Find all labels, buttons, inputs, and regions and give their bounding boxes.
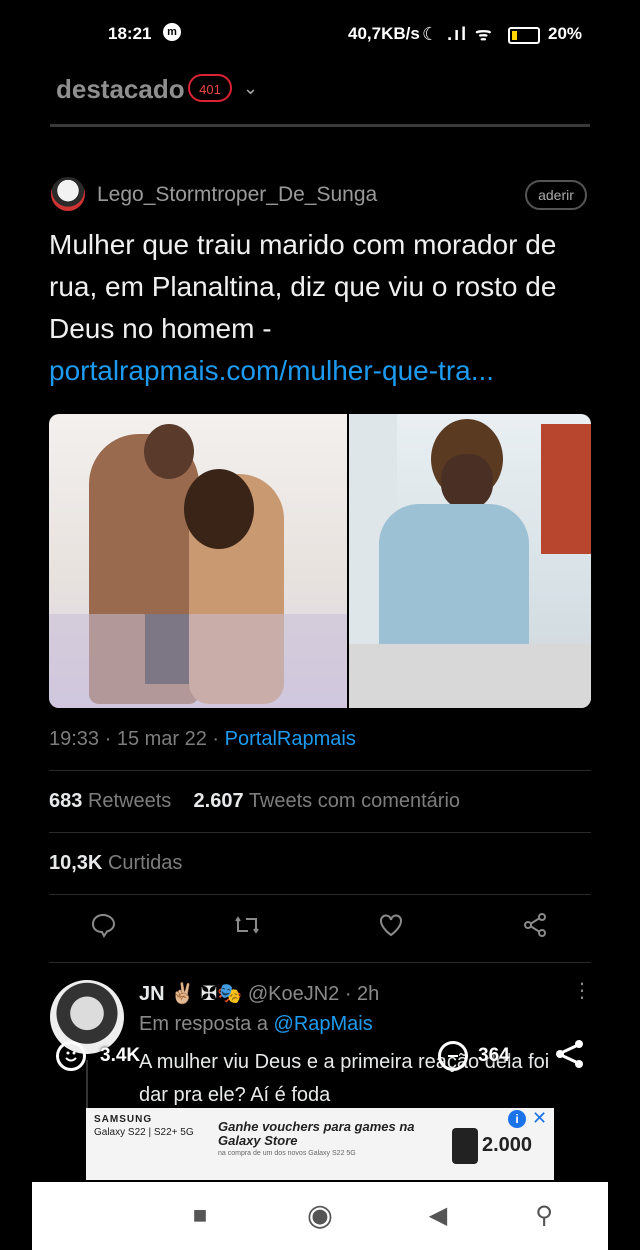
recents-button[interactable]: ■ — [180, 1202, 220, 1230]
face-shape — [441, 454, 493, 509]
comment-bubble-icon[interactable] — [438, 1041, 468, 1071]
retweet-icon[interactable] — [227, 910, 267, 950]
cabinet-shape — [541, 424, 591, 554]
status-bar: 18:21 m 40,7KB/s ☾ .ıl ᯤ 20% — [0, 18, 640, 50]
chevron-down-icon[interactable]: ⌄ — [243, 78, 258, 99]
retweet-quote-stats: 683 Retweets 2.607 Tweets com comentário — [49, 790, 460, 813]
post-timestamp: 19:33 · 15 mar 22 · PortalRapmais — [49, 728, 356, 751]
ad-banner[interactable]: SAMSUNG Galaxy S22 | S22+ 5G Ganhe vouch… — [86, 1108, 554, 1180]
divider — [49, 832, 591, 833]
author-avatar[interactable] — [51, 177, 85, 211]
post-media[interactable] — [49, 414, 591, 708]
retweets-label[interactable]: Retweets — [88, 790, 171, 812]
smiley-icon[interactable] — [56, 1041, 86, 1071]
media-photo-right — [349, 414, 591, 708]
post-time: 19:33 · 15 mar 22 · — [49, 728, 225, 750]
network-speed: 40,7KB/s — [348, 24, 420, 43]
home-button[interactable]: ◉ — [300, 1201, 340, 1231]
reply-header: JN ✌🏼 ✠🎭 @KoeJN2 · 2h — [139, 981, 379, 1006]
quotes-count[interactable]: 2.607 — [194, 790, 244, 812]
overlay-share-icon[interactable] — [552, 1036, 588, 1077]
app-notification-icon: m — [163, 23, 181, 41]
post-actions — [49, 910, 591, 950]
notification-badge: 401 — [188, 74, 232, 102]
reply-author-name[interactable]: JN ✌🏼 ✠🎭 — [139, 983, 242, 1005]
ad-brand: SAMSUNG — [94, 1114, 153, 1125]
bedsheet-shape — [49, 614, 347, 708]
quotes-label[interactable]: Tweets com comentário — [249, 790, 460, 812]
section-title[interactable]: destacado — [56, 74, 185, 105]
phone-image — [452, 1128, 478, 1164]
ad-fine-print: na compra de um dos novos Galaxy S22 5G — [218, 1150, 356, 1157]
ad-model: Galaxy S22 | S22+ 5G — [94, 1127, 194, 1138]
likes-label[interactable]: Curtidas — [108, 852, 182, 874]
reply-to-handle[interactable]: @RapMais — [274, 1013, 373, 1035]
back-button[interactable]: ◀ — [418, 1202, 458, 1230]
ad-close-icon[interactable]: ✕ — [532, 1108, 547, 1129]
ad-headline: Ganhe vouchers para games na Galaxy Stor… — [218, 1119, 415, 1148]
more-options-icon[interactable]: ⋮ — [572, 978, 592, 1003]
header-divider — [50, 124, 590, 127]
system-nav-bar: ■ ◉ ◀ ⚲ — [32, 1182, 608, 1250]
status-time: 18:21 — [108, 24, 152, 43]
hair-shape — [184, 469, 254, 549]
author-name[interactable]: Lego_Stormtroper_De_Sunga — [97, 183, 377, 207]
divider — [49, 894, 591, 895]
retweets-count[interactable]: 683 — [49, 790, 82, 812]
post-text: Mulher que traiu marido com morador de r… — [49, 229, 557, 344]
reply-avatar[interactable] — [50, 980, 124, 1054]
reply-handle[interactable]: @KoeJN2 · 2h — [248, 983, 379, 1005]
share-icon[interactable] — [515, 910, 555, 950]
post-body: Mulher que traiu marido com morador de r… — [49, 224, 609, 392]
overlay-comments-count: 364 — [478, 1045, 510, 1066]
signal-icons: ☾ .ıl ᯤ — [422, 24, 494, 44]
battery-percent: 20% — [548, 24, 583, 43]
media-photo-left — [49, 414, 347, 708]
battery-icon — [508, 27, 540, 44]
ad-info-icon[interactable]: i — [508, 1110, 526, 1128]
accessibility-button[interactable]: ⚲ — [524, 1202, 564, 1230]
likes-count[interactable]: 10,3K — [49, 852, 102, 874]
bed-shape — [349, 644, 591, 708]
reply-context: Em resposta a @RapMais — [139, 1013, 373, 1036]
divider — [49, 962, 591, 963]
head-shape — [144, 424, 194, 479]
post-link[interactable]: portalrapmais.com/mulher-que-tra... — [49, 350, 609, 392]
follow-button[interactable]: aderir — [525, 180, 587, 210]
comment-icon[interactable] — [83, 910, 123, 950]
reply-text: A mulher viu Deus e a primeira reação de… — [139, 1051, 550, 1106]
reply-to-prefix: Em resposta a — [139, 1013, 274, 1035]
ad-price: 2.000 — [482, 1134, 533, 1156]
post-source-link[interactable]: PortalRapmais — [225, 728, 356, 750]
likes-stats: 10,3K Curtidas — [49, 852, 182, 875]
divider — [49, 770, 591, 771]
overlay-likes-count: 3.4K — [100, 1045, 141, 1066]
heart-icon[interactable] — [371, 910, 411, 950]
